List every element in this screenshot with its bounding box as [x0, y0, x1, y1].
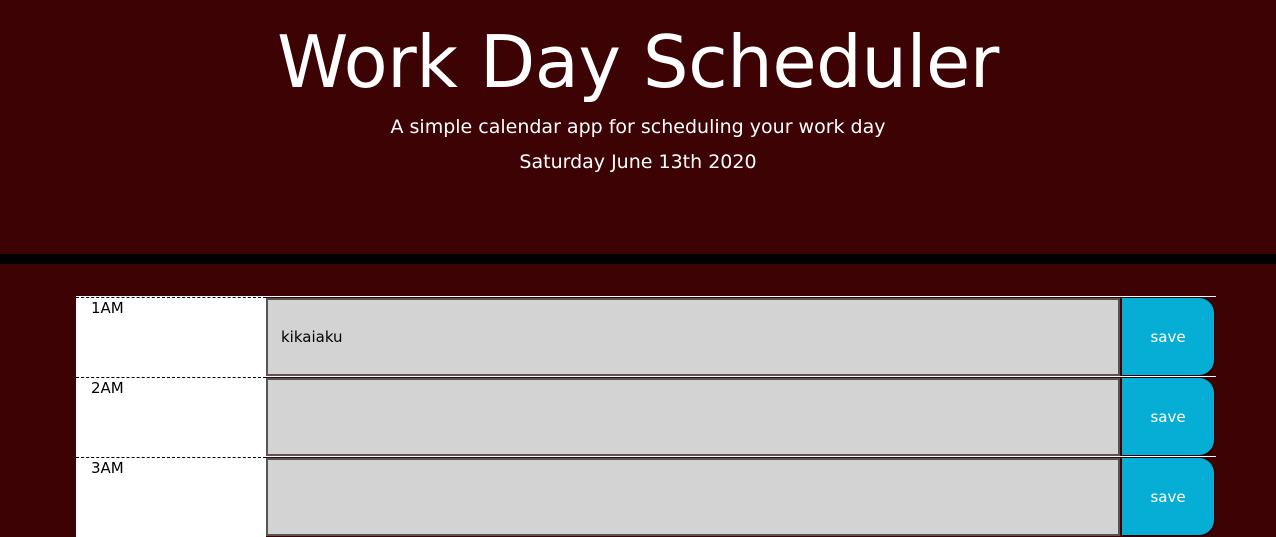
hour-label: 1AM — [76, 297, 266, 377]
hour-label: 2AM — [76, 377, 266, 457]
header-divider — [0, 254, 1276, 264]
page-subtitle: A simple calendar app for scheduling you… — [390, 116, 886, 138]
description-field[interactable]: kikaiaku — [266, 298, 1120, 376]
page-title: Work Day Scheduler — [277, 20, 999, 104]
save-button[interactable]: save — [1122, 298, 1214, 375]
description-field[interactable] — [266, 378, 1120, 456]
time-block-1am: 1AM kikaiaku save — [76, 296, 1216, 377]
save-button[interactable]: save — [1122, 458, 1214, 535]
hour-label: 3AM — [76, 457, 266, 537]
time-block-3am: 3AM save — [76, 456, 1216, 537]
current-day: Saturday June 13th 2020 — [519, 151, 757, 173]
scheduler-container: 1AM kikaiaku save 2AM save 3AM save — [76, 296, 1216, 537]
description-field[interactable] — [266, 458, 1120, 536]
save-button[interactable]: save — [1122, 378, 1214, 455]
header: Work Day Scheduler A simple calendar app… — [0, 0, 1276, 254]
time-block-2am: 2AM save — [76, 376, 1216, 457]
